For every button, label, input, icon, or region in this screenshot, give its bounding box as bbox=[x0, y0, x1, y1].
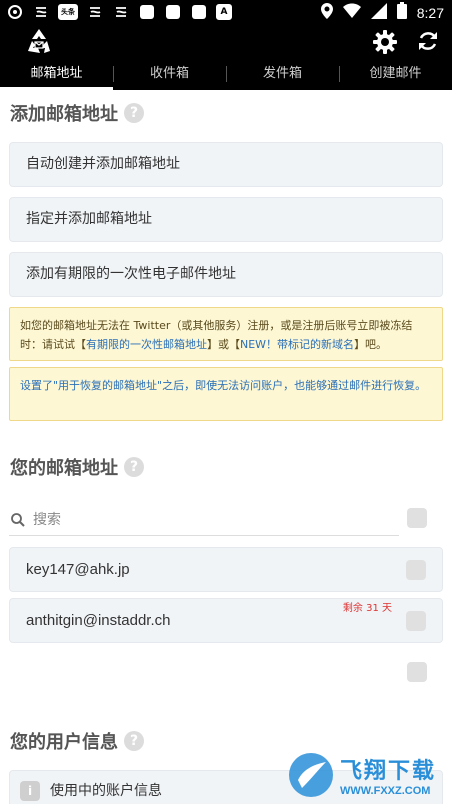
section-title-text: 您的用户信息 bbox=[10, 732, 118, 753]
pinyin-icon bbox=[32, 3, 50, 21]
watermark-text: 飞翔下载 WWW.FXXZ.COM bbox=[340, 753, 436, 797]
refresh-icon[interactable] bbox=[416, 29, 440, 53]
help-icon[interactable]: ? bbox=[124, 457, 144, 477]
battery-icon bbox=[396, 2, 407, 23]
system-icons: 8:27 bbox=[320, 2, 444, 23]
search-row bbox=[9, 504, 399, 536]
user-info-section-title: 您的用户信息 ? bbox=[10, 728, 144, 754]
watermark-url: WWW.FXXZ.COM bbox=[340, 785, 431, 797]
text-icon: A bbox=[216, 4, 232, 20]
tab-inbox[interactable]: 收件箱 bbox=[113, 60, 226, 90]
status-bar: 头条 A 8:27 bbox=[0, 0, 452, 24]
recovery-notice[interactable]: 设置了"用于恢复的邮箱地址"之后，即使无法访问账户，也能够通过邮件进行恢复。 bbox=[9, 367, 443, 421]
notification-icons: 头条 A bbox=[6, 3, 232, 21]
section-title-text: 您的邮箱地址 bbox=[10, 458, 118, 479]
your-addresses-section-title: 您的邮箱地址 ? bbox=[10, 454, 144, 480]
square-icon bbox=[190, 3, 208, 21]
wifi-icon bbox=[342, 3, 361, 23]
search-icon bbox=[11, 512, 25, 527]
new-domain-link[interactable]: NEW！带标记的新域名 bbox=[240, 338, 354, 351]
tab-compose[interactable]: 创建邮件 bbox=[339, 60, 452, 90]
email-address: key147@ahk.jp bbox=[26, 561, 130, 578]
location-icon bbox=[320, 2, 333, 23]
settings-gear-icon[interactable] bbox=[372, 29, 398, 55]
square-icon bbox=[138, 3, 156, 21]
section-title-text: 添加邮箱地址 bbox=[10, 104, 118, 125]
tab-bar: 邮箱地址 收件箱 发件箱 创建邮件 bbox=[0, 60, 452, 90]
email-checkbox[interactable] bbox=[406, 560, 426, 580]
app-bar bbox=[0, 24, 452, 60]
specify-address-button[interactable]: 指定并添加邮箱地址 bbox=[9, 197, 443, 242]
pinyin-icon bbox=[86, 3, 104, 21]
email-address: anthitgin@instaddr.ch bbox=[26, 612, 171, 629]
twitter-notice: 如您的邮箱地址无法在 Twitter（或其他服务）注册，或是注册后账号立即被冻结… bbox=[9, 307, 443, 361]
temporary-address-link[interactable]: 有期限的一次性邮箱地址 bbox=[86, 338, 207, 351]
add-temporary-address-button[interactable]: 添加有期限的一次性电子邮件地址 bbox=[9, 252, 443, 297]
watermark: 飞翔下载 WWW.FXXZ.COM bbox=[286, 745, 446, 804]
auto-create-address-button[interactable]: 自动创建并添加邮箱地址 bbox=[9, 142, 443, 187]
email-row[interactable]: anthitgin@instaddr.ch 剩余 31 天 bbox=[9, 598, 443, 643]
info-icon: i bbox=[20, 781, 40, 801]
watermark-logo-icon bbox=[286, 750, 336, 800]
help-icon[interactable]: ? bbox=[124, 103, 144, 123]
extra-checkbox[interactable] bbox=[407, 662, 427, 682]
main-content: 添加邮箱地址 ? 自动创建并添加邮箱地址 指定并添加邮箱地址 添加有期限的一次性… bbox=[0, 90, 452, 804]
notice-text: 】或【 bbox=[207, 338, 240, 351]
email-checkbox[interactable] bbox=[406, 611, 426, 631]
email-row[interactable]: key147@ahk.jp bbox=[9, 547, 443, 592]
add-address-section-title: 添加邮箱地址 ? bbox=[10, 100, 144, 126]
square-icon bbox=[164, 3, 182, 21]
help-icon[interactable]: ? bbox=[124, 731, 144, 751]
clock: 8:27 bbox=[416, 4, 444, 21]
select-all-checkbox[interactable] bbox=[407, 508, 427, 528]
search-input[interactable] bbox=[33, 508, 393, 532]
recycle-logo-icon bbox=[24, 27, 54, 57]
signal-icon bbox=[370, 2, 387, 23]
app-notification-icon bbox=[6, 3, 24, 21]
days-remaining-badge: 剩余 31 天 bbox=[342, 603, 392, 614]
news-icon: 头条 bbox=[58, 4, 78, 20]
tab-addresses[interactable]: 邮箱地址 bbox=[0, 60, 113, 90]
watermark-name: 飞翔下载 bbox=[340, 759, 437, 784]
tab-outbox[interactable]: 发件箱 bbox=[226, 60, 339, 90]
account-info-label: 使用中的账户信息 bbox=[50, 783, 162, 799]
pinyin-icon bbox=[112, 3, 130, 21]
notice-text: 】吧。 bbox=[354, 338, 388, 351]
